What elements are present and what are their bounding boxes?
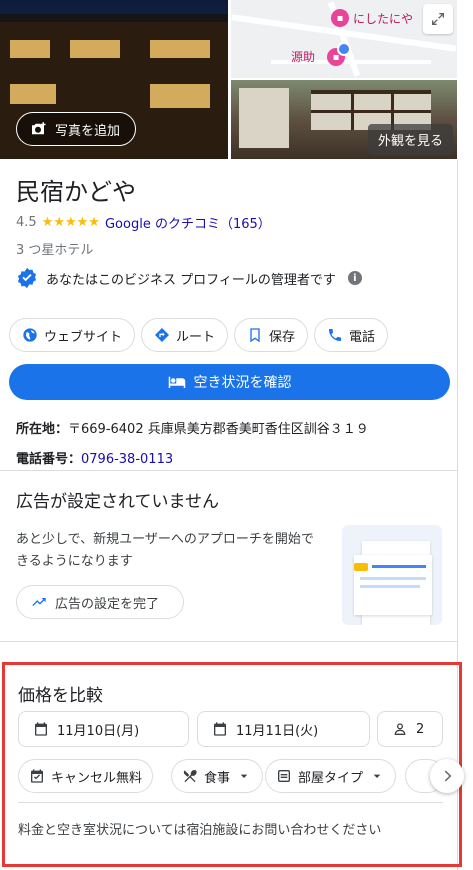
- call-label: 電話: [349, 329, 376, 345]
- filter-room-type-label: 部屋タイプ: [298, 770, 364, 786]
- reviews-link[interactable]: Google のクチコミ（165）: [105, 213, 271, 232]
- filter-room-type[interactable]: 部屋タイプ: [265, 759, 397, 793]
- photo-header: 写真を追加 ▪ にしたにや 源助 ▪ 外観を見る: [0, 0, 473, 160]
- ads-illustration: [342, 525, 442, 625]
- room-type-icon: [278, 770, 290, 782]
- location-dot-icon: [337, 42, 351, 56]
- camera-plus-icon: [32, 122, 46, 135]
- website-label: ウェブサイト: [44, 329, 123, 345]
- map-label-nishitaniya: にしたにや: [353, 12, 414, 26]
- check-availability-label: 空き状況を確認: [193, 375, 292, 391]
- phone-icon: [329, 329, 342, 341]
- address-value: 〒669-6402 兵庫県美方郡香美町香住区訓谷３１９: [68, 422, 369, 437]
- star-rating-icon: ★★★★★: [41, 215, 100, 230]
- dropdown-arrow-icon: [240, 774, 248, 778]
- route-label: ルート: [176, 329, 216, 345]
- complete-ad-setup-label: 広告の設定を完了: [55, 596, 160, 612]
- rating-row: 4.5 ★★★★★ Google のクチコミ（165）: [16, 213, 271, 232]
- price-divider: [18, 802, 443, 803]
- add-photo-button[interactable]: 写真を追加: [16, 112, 136, 146]
- price-compare-section: 価格を比較 11月10日(月) 11月11日(火) 2 キャンセル無料 食事 部…: [2, 662, 464, 867]
- price-note: 料金と空き室状況については宿泊施設にお問い合わせください: [18, 823, 382, 838]
- guests-field[interactable]: 2: [377, 711, 443, 747]
- call-button[interactable]: 電話: [314, 318, 389, 352]
- calendar-check-icon: [31, 769, 43, 783]
- filter-meals-label: 食事: [204, 770, 231, 786]
- checkin-date-field[interactable]: 11月10日(月): [18, 711, 189, 747]
- trending-up-icon: [32, 598, 46, 606]
- ads-card: 広告が設定されていません あと少しで、新規ユーザーへのアプローチを開始できるよう…: [0, 470, 457, 642]
- ads-description: あと少しで、新規ユーザーへのアプローチを開始できるようになります: [16, 532, 314, 569]
- guests-count: 2: [416, 721, 425, 737]
- address-row: 所在地：〒669-6402 兵庫県美方郡香美町香住区訓谷３１９: [16, 418, 369, 437]
- business-category: 3 つ星ホテル: [16, 243, 94, 258]
- owner-notice-text: あなたはこのビジネス プロフィールの管理者です: [46, 272, 336, 288]
- directions-icon: [155, 328, 170, 342]
- expand-map-icon[interactable]: [423, 4, 453, 34]
- rating-value: 4.5: [16, 215, 37, 230]
- checkin-date: 11月10日(月): [57, 723, 140, 739]
- checkout-date-field[interactable]: 11月11日(火): [197, 711, 370, 747]
- map-label-gensuke: 源助: [291, 50, 316, 64]
- person-icon: [394, 723, 406, 735]
- dropdown-arrow-icon: [373, 774, 381, 778]
- ads-title: 広告が設定されていません: [16, 492, 219, 512]
- filter-free-cancel[interactable]: キャンセル無料: [18, 759, 154, 793]
- filter-meals[interactable]: 食事: [171, 759, 264, 793]
- calendar-icon: [214, 722, 226, 736]
- scroll-next-button[interactable]: [430, 759, 464, 793]
- main-photo[interactable]: 写真を追加: [0, 0, 228, 159]
- map-thumbnail[interactable]: ▪ にしたにや 源助 ▪: [231, 0, 457, 78]
- restaurant-icon: [183, 769, 197, 783]
- add-photo-label: 写真を追加: [55, 123, 121, 139]
- hotel-pin-icon: ▪: [331, 9, 349, 27]
- expand-icon: [432, 13, 444, 25]
- save-button[interactable]: 保存: [234, 318, 309, 352]
- exterior-photo[interactable]: 外観を見る: [231, 80, 457, 159]
- phone-link[interactable]: 0796-38-0113: [81, 452, 173, 467]
- address-label: 所在地：: [16, 422, 69, 437]
- action-chips: ウェブサイト ルート 保存 電話: [9, 318, 389, 352]
- route-button[interactable]: ルート: [141, 318, 229, 352]
- view-exterior-button[interactable]: 外観を見る: [367, 124, 453, 155]
- bed-icon: [168, 376, 185, 388]
- check-availability-button[interactable]: 空き状況を確認: [9, 364, 450, 400]
- globe-icon: [23, 328, 37, 342]
- info-icon[interactable]: i: [347, 271, 362, 285]
- price-compare-title: 価格を比較: [18, 686, 103, 706]
- bookmark-icon: [250, 328, 260, 343]
- verified-badge-icon: [17, 267, 37, 289]
- filter-free-cancel-label: キャンセル無料: [51, 770, 143, 786]
- website-button[interactable]: ウェブサイト: [9, 318, 136, 352]
- phone-label: 電話番号：: [16, 452, 82, 467]
- owner-notice: あなたはこのビジネス プロフィールの管理者です i: [16, 267, 362, 289]
- phone-row: 電話番号：0796-38-0113: [16, 448, 173, 467]
- save-label: 保存: [269, 329, 296, 345]
- chevron-right-icon: [444, 770, 452, 782]
- calendar-icon: [35, 722, 47, 736]
- complete-ad-setup-button[interactable]: 広告の設定を完了: [16, 585, 184, 619]
- checkout-date: 11月11日(火): [236, 723, 319, 739]
- business-name: 民宿かどや: [16, 178, 136, 206]
